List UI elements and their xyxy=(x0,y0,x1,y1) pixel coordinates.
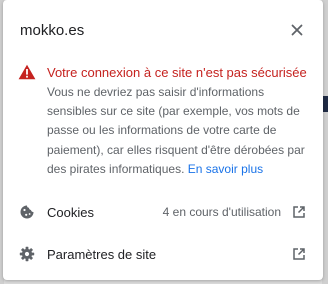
gear-icon xyxy=(19,246,35,262)
cookies-row[interactable]: Cookies 4 en cours d'utilisation xyxy=(3,194,323,230)
open-in-new-icon xyxy=(293,248,305,260)
close-button[interactable] xyxy=(289,22,305,38)
cookie-icon xyxy=(20,205,34,219)
page-info-bubble: mokko.es Votre connexion à ce site n'est… xyxy=(3,0,323,280)
warning-description-text: Vous ne devriez pas saisir d'information… xyxy=(47,85,305,176)
warning-icon xyxy=(18,64,36,80)
learn-more-link[interactable]: En savoir plus xyxy=(188,162,263,176)
close-icon xyxy=(291,24,303,36)
warning-title: Votre connexion à ce site n'est pas sécu… xyxy=(47,65,307,80)
bubble-header: mokko.es xyxy=(3,0,323,62)
cookies-count: 4 en cours d'utilisation xyxy=(162,205,281,219)
warning-description: Vous ne devriez pas saisir d'information… xyxy=(47,83,315,179)
cookies-label: Cookies xyxy=(47,205,94,220)
open-in-new-icon xyxy=(293,206,305,218)
site-settings-label: Paramètres de site xyxy=(47,247,157,262)
site-settings-row[interactable]: Paramètres de site xyxy=(3,236,323,272)
site-name: mokko.es xyxy=(20,22,85,39)
